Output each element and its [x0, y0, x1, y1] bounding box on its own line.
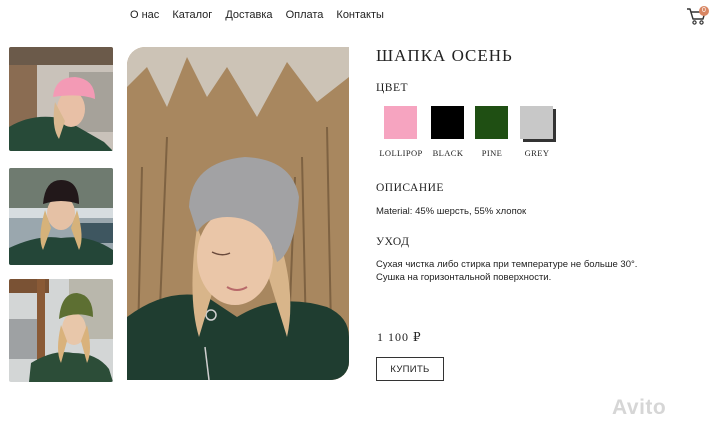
swatch-pine[interactable] — [475, 106, 508, 139]
top-nav: О нас Каталог Доставка Оплата Контакты — [130, 9, 384, 21]
swatch-grey[interactable] — [520, 106, 553, 139]
thumbnail-pink-hat[interactable] — [9, 47, 113, 151]
swatch-lollipop[interactable] — [384, 106, 417, 139]
care-text-line-1: Сухая чистка либо стирка при температуре… — [376, 259, 638, 270]
thumbnail-green-hat[interactable] — [9, 279, 113, 382]
nav-item-delivery[interactable]: Доставка — [225, 9, 272, 21]
cart-count-badge: 0 — [699, 6, 709, 16]
nav-item-catalog[interactable]: Каталог — [172, 9, 212, 21]
description-heading: ОПИСАНИЕ — [376, 182, 444, 194]
cart-button[interactable]: 0 — [686, 6, 712, 28]
swatch-black[interactable] — [431, 106, 464, 139]
buy-button[interactable]: КУПИТЬ — [376, 357, 444, 381]
nav-item-contacts[interactable]: Контакты — [336, 9, 384, 21]
product-title: ШАПКА ОСЕНЬ — [376, 46, 513, 65]
nav-item-payment[interactable]: Оплата — [286, 9, 324, 21]
thumbnail-black-hat[interactable] — [9, 168, 113, 265]
care-text-line-2: Сушка на горизонтальной поверхности. — [376, 272, 552, 283]
swatch-label-grey: GREY — [524, 148, 550, 158]
avito-watermark: Avito — [612, 396, 667, 419]
care-heading: УХОД — [376, 236, 410, 248]
color-heading: ЦВЕТ — [376, 82, 409, 94]
nav-item-about[interactable]: О нас — [130, 9, 159, 21]
main-product-photo — [127, 47, 349, 380]
description-text: Material: 45% шерсть, 55% хлопок — [376, 206, 527, 217]
product-price: 1 100 ₽ — [377, 330, 422, 344]
